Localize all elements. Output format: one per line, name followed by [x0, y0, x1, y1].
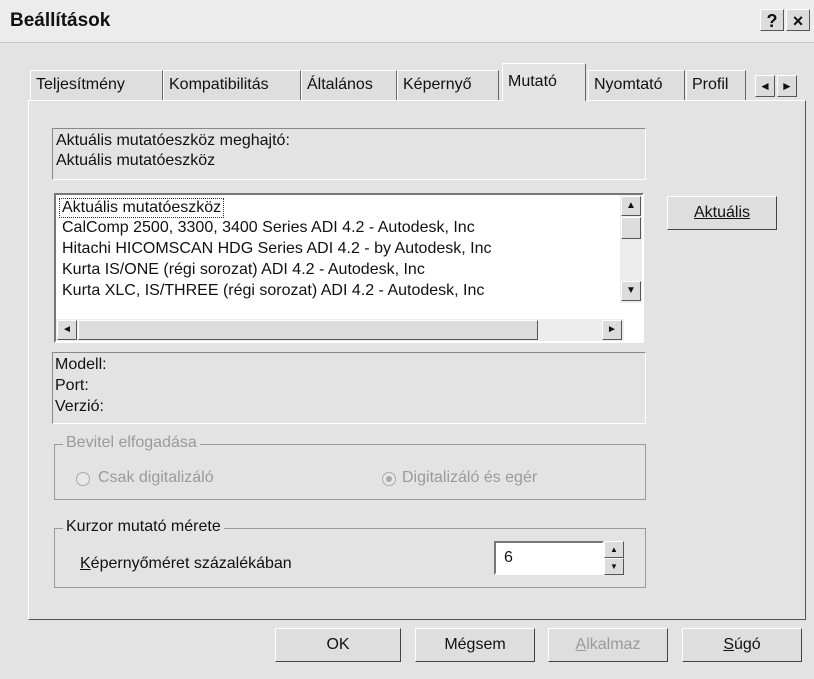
cancel-button[interactable]: Mégsem: [415, 628, 535, 662]
list-item[interactable]: Kurta IS/ONE (régi sorozat) ADI 4.2 - Au…: [62, 261, 425, 279]
scroll-down-icon[interactable]: ▼: [621, 281, 641, 301]
spin-up-icon[interactable]: ▲: [604, 541, 624, 558]
list-item[interactable]: CalComp 2500, 3300, 3400 Series ADI 4.2 …: [62, 219, 475, 237]
scroll-right-icon[interactable]: ►: [602, 320, 622, 340]
driver-value: Aktuális mutatóeszköz: [56, 152, 216, 169]
radio-digitizer-and-mouse[interactable]: [382, 472, 396, 486]
radio-digitizer-only-label: Csak digitalizáló: [98, 469, 214, 486]
help-button-accel: S: [723, 636, 734, 653]
device-listbox[interactable]: Aktuális mutatóeszköz CalComp 2500, 3300…: [54, 193, 644, 343]
help-button-label: úgó: [733, 636, 761, 653]
cancel-button-label: Mégsem: [444, 636, 506, 653]
cursor-size-label-accel: K: [80, 555, 91, 572]
model-label: Modell:: [55, 356, 107, 373]
cursor-size-title: Kurzor mutató mérete: [63, 518, 224, 536]
radio-digitizer-only[interactable]: [76, 472, 90, 486]
scroll-left-icon[interactable]: ◄: [57, 320, 77, 340]
help-button[interactable]: Súgó: [682, 628, 802, 662]
port-label: Port:: [55, 377, 89, 394]
current-button-label: Aktuális: [693, 204, 751, 221]
scroll-thumb[interactable]: [621, 217, 641, 239]
current-button[interactable]: Aktuális: [667, 196, 777, 230]
horizontal-scroll-thumb[interactable]: [78, 320, 538, 340]
version-label: Verzió:: [55, 398, 104, 415]
horizontal-scrollbar[interactable]: ◄ ►: [56, 319, 624, 341]
info-box: [52, 352, 646, 424]
cursor-size-label: Képernyőméret százalékában: [80, 555, 292, 573]
ok-button-label: OK: [326, 636, 350, 653]
apply-button-label: lkalmaz: [586, 636, 641, 653]
list-item-selected[interactable]: Aktuális mutatóeszköz: [59, 198, 225, 218]
spin-down-icon[interactable]: ▼: [604, 558, 624, 575]
driver-label: Aktuális mutatóeszköz meghajtó:: [56, 132, 290, 149]
radio-digitizer-and-mouse-label: Digitalizáló és egér: [402, 469, 538, 486]
apply-button[interactable]: Alkalmaz: [548, 628, 668, 662]
scroll-up-icon[interactable]: ▲: [621, 196, 641, 216]
cursor-size-label-rest: épernyőméret százalékában: [90, 555, 292, 572]
input-accept-title: Bevitel elfogadása: [63, 434, 200, 452]
vertical-scrollbar[interactable]: ▲ ▼: [620, 195, 642, 303]
cursor-size-input[interactable]: 6: [494, 541, 604, 575]
list-item[interactable]: Kurta XLC, IS/THREE (régi sorozat) ADI 4…: [62, 282, 484, 300]
apply-button-accel: A: [575, 636, 587, 653]
ok-button[interactable]: OK: [275, 628, 401, 662]
list-item[interactable]: Hitachi HICOMSCAN HDG Series ADI 4.2 - b…: [62, 240, 491, 258]
